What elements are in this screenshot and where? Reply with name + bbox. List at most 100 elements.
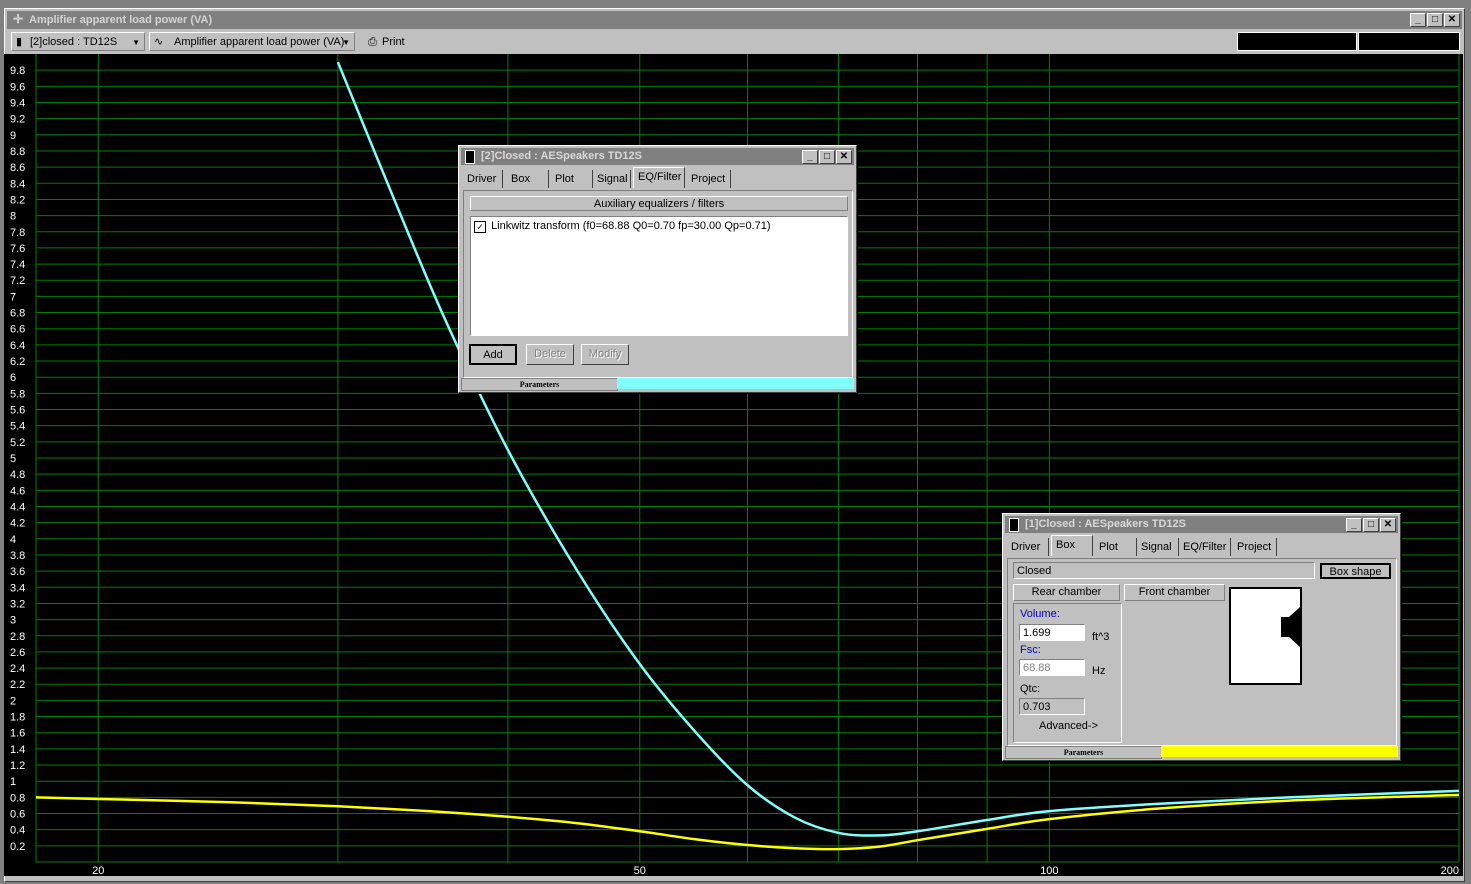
y-tick-label: 0.4: [10, 825, 25, 837]
add-button[interactable]: Add: [469, 344, 517, 365]
move-icon: ✛: [13, 12, 24, 26]
advanced-link[interactable]: Advanced->: [1039, 720, 1098, 732]
tab-plot[interactable]: Plot: [1095, 538, 1137, 556]
dialog-1-tabs: Driver Box Plot Signal EQ/Filter Project: [1007, 535, 1387, 556]
box-shape-preview: [1229, 587, 1302, 685]
printer-icon: ⎙: [368, 36, 377, 48]
speaker-box-icon: [1009, 518, 1019, 532]
dialog-2-panel: Auxiliary equalizers / filters ✓ Linkwit…: [463, 190, 853, 378]
y-tick-label: 4.8: [10, 469, 25, 481]
y-tick-label: 5.6: [10, 405, 25, 417]
y-tick-label: 3.2: [10, 598, 25, 610]
y-tick-label: 5.4: [10, 421, 25, 433]
x-tick-label: 50: [634, 865, 646, 876]
y-tick-label: 1.8: [10, 712, 25, 724]
dialog-1-close-button[interactable]: ✕: [1380, 518, 1396, 532]
dialog-1-maximize-button[interactable]: □: [1363, 518, 1379, 532]
toolbar: ▮ [2]closed : TD12S ▼ ∿ Amplifier apparent…: [7, 31, 1462, 53]
dialog-1-titlebar[interactable]: [1]Closed : AESpeakers TD12S _ □ ✕: [1005, 516, 1398, 533]
x-axis-labels: 20 50 100 200: [92, 865, 1459, 877]
waveform-icon: ∿: [154, 36, 164, 48]
tab-signal[interactable]: Signal: [1137, 538, 1179, 556]
qtc-field: 0.703: [1019, 698, 1085, 715]
y-tick-label: 8.2: [10, 194, 25, 206]
y-tick-label: 2.8: [10, 631, 25, 643]
y-tick-label: 1.4: [10, 744, 25, 756]
window-titlebar[interactable]: ✛ Amplifier apparent load power (VA) _ □…: [7, 11, 1462, 29]
y-tick-label: 3.8: [10, 550, 25, 562]
y-tick-label: 0.8: [10, 792, 25, 804]
tab-eq-filter[interactable]: EQ/Filter: [1179, 538, 1231, 556]
maximize-button[interactable]: □: [1427, 13, 1443, 27]
project-select[interactable]: ▮ [2]closed : TD12S ▼: [11, 32, 145, 51]
dialog-1-panel: Closed Box shape Rear chamber Front cham…: [1007, 558, 1397, 746]
tab-plot[interactable]: Plot: [551, 170, 593, 188]
close-button[interactable]: ✕: [1444, 13, 1460, 27]
y-tick-label: 7.4: [10, 259, 25, 271]
box-shape-button[interactable]: Box shape: [1320, 563, 1391, 579]
chevron-down-icon: ▼: [342, 38, 350, 47]
curve-color-swatch: [617, 378, 854, 389]
volume-input[interactable]: 1.699: [1019, 624, 1085, 641]
fsc-unit: Hz: [1092, 665, 1106, 677]
box-type-field: Closed: [1013, 562, 1315, 579]
y-tick-label: 3.6: [10, 566, 25, 578]
y-tick-label: 9.2: [10, 114, 25, 126]
tab-driver[interactable]: Driver: [1007, 538, 1049, 556]
modify-button[interactable]: Modify: [581, 344, 629, 365]
dialog-project-2: [2]Closed : AESpeakers TD12S _ □ ✕ Drive…: [458, 145, 857, 393]
y-axis-labels: 9.8 9.6 9.4 9.2 9 8.8 8.6 8.4 8.2 8 7.8 7.6 7.4 7.2 7 6…: [10, 65, 25, 853]
status-parameters: Parameters: [461, 378, 618, 391]
y-tick-label: 1.2: [10, 760, 25, 772]
y-tick-label: 6: [10, 372, 16, 384]
y-tick-label: 4.4: [10, 501, 25, 513]
filter-list[interactable]: ✓ Linkwitz transform (f0=68.88 Q0=0.70 f…: [470, 216, 848, 336]
tab-driver[interactable]: Driver: [463, 170, 503, 188]
tab-project[interactable]: Project: [1233, 538, 1277, 556]
status-field-1: [1237, 32, 1357, 51]
y-tick-label: 9: [10, 130, 16, 142]
dialog-2-title: [2]Closed : AESpeakers TD12S: [481, 150, 642, 162]
delete-button[interactable]: Delete: [526, 344, 574, 365]
volume-label: Volume:: [1020, 608, 1060, 620]
y-tick-label: 6.8: [10, 308, 25, 320]
y-tick-label: 2.6: [10, 647, 25, 659]
y-tick-label: 5: [10, 453, 16, 465]
y-tick-label: 5.8: [10, 388, 25, 400]
tab-signal[interactable]: Signal: [593, 170, 631, 188]
x-tick-label: 100: [1040, 865, 1058, 876]
dialog-2-close-button[interactable]: ✕: [836, 150, 852, 164]
tab-eq-filter[interactable]: EQ/Filter: [633, 167, 685, 188]
y-tick-label: 7.8: [10, 227, 25, 239]
dialog-2-titlebar[interactable]: [2]Closed : AESpeakers TD12S _ □ ✕: [461, 148, 854, 165]
print-button[interactable]: ⎙ Print: [363, 32, 413, 51]
status-parameters: Parameters: [1005, 746, 1162, 759]
y-tick-label: 2.2: [10, 679, 25, 691]
y-tick-label: 5.2: [10, 437, 25, 449]
checkbox-checked[interactable]: ✓: [474, 220, 486, 233]
project-select-label: [2]closed : TD12S: [30, 36, 118, 48]
y-tick-label: 8.4: [10, 178, 25, 190]
dialog-1-minimize-button[interactable]: _: [1346, 518, 1362, 532]
plot-select[interactable]: ∿ Amplifier apparent load power (VA) ▼: [149, 32, 355, 51]
y-tick-label: 8: [10, 211, 16, 223]
status-field-2: [1358, 32, 1460, 51]
dialog-2-minimize-button[interactable]: _: [802, 150, 818, 164]
front-chamber-button[interactable]: Front chamber: [1124, 584, 1225, 601]
section-header: Auxiliary equalizers / filters: [470, 196, 848, 211]
minimize-button[interactable]: _: [1410, 13, 1426, 27]
list-item[interactable]: ✓ Linkwitz transform (f0=68.88 Q0=0.70 f…: [474, 220, 771, 233]
dialog-2-tabs: Driver Box Plot Signal EQ/Filter Project: [463, 167, 843, 188]
dialog-1-title: [1]Closed : AESpeakers TD12S: [1025, 518, 1186, 530]
y-tick-label: 6.6: [10, 324, 25, 336]
y-tick-label: 3: [10, 615, 16, 627]
tab-box[interactable]: Box: [1051, 535, 1093, 556]
y-tick-label: 7.6: [10, 243, 25, 255]
fsc-label: Fsc:: [1020, 644, 1041, 656]
fsc-input[interactable]: 68.88: [1019, 659, 1085, 676]
tab-project[interactable]: Project: [687, 170, 731, 188]
rear-chamber-button[interactable]: Rear chamber: [1013, 584, 1120, 601]
tab-box[interactable]: Box: [507, 170, 549, 188]
y-tick-label: 3.4: [10, 582, 25, 594]
dialog-2-maximize-button[interactable]: □: [819, 150, 835, 164]
